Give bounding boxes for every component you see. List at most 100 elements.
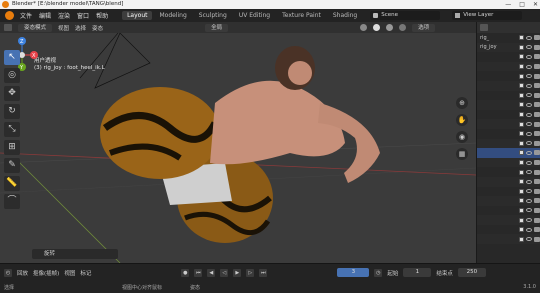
outliner-row[interactable] (477, 100, 540, 110)
play-reverse-icon[interactable]: ◁ (220, 268, 229, 277)
current-frame-field[interactable]: 3 (337, 268, 370, 277)
pose-tool-icon[interactable]: ⌒ (4, 194, 20, 209)
annotate-tool-icon[interactable]: ✎ (4, 158, 20, 173)
outliner-row[interactable] (477, 234, 540, 245)
editor-type-icon[interactable] (4, 24, 12, 31)
render-camera-icon[interactable] (534, 140, 540, 146)
transform-tool-icon[interactable]: ⊞ (4, 140, 20, 155)
outliner-row[interactable] (477, 176, 540, 187)
render-camera-icon[interactable] (534, 179, 540, 185)
start-frame-field[interactable]: 1 (403, 268, 432, 277)
outliner-row[interactable] (477, 196, 540, 206)
render-camera-icon[interactable] (534, 160, 540, 166)
outliner-row[interactable] (477, 110, 540, 120)
zoom-icon[interactable]: ⊕ (456, 97, 468, 109)
outliner-row[interactable] (477, 157, 540, 168)
tab-layout[interactable]: Layout (122, 11, 153, 20)
visibility-eye-icon[interactable] (526, 83, 532, 88)
camera-view-icon[interactable]: ◉ (456, 131, 468, 143)
close-button[interactable]: ✕ (533, 0, 538, 9)
exclude-checkbox[interactable] (519, 160, 524, 166)
options-dropdown[interactable]: 选项 (412, 23, 436, 32)
move-tool-icon[interactable]: ✥ (4, 86, 20, 101)
tab-texture-paint[interactable]: Texture Paint (277, 11, 326, 20)
outliner-row[interactable] (477, 61, 540, 72)
mode-dropdown[interactable]: 姿态模式 (18, 23, 53, 32)
outliner-row[interactable] (477, 215, 540, 225)
visibility-eye-icon[interactable] (526, 122, 532, 127)
menu-window[interactable]: 窗口 (77, 11, 89, 20)
exclude-checkbox[interactable] (519, 150, 524, 156)
render-camera-icon[interactable] (534, 54, 540, 60)
play-icon[interactable]: ▶ (233, 268, 242, 277)
render-camera-icon[interactable] (534, 188, 540, 194)
menu-help[interactable]: 帮助 (96, 11, 108, 20)
timeline-menu-marker[interactable]: 标记 (80, 269, 91, 277)
outliner-row[interactable] (477, 206, 540, 216)
outliner-filter-icon[interactable] (480, 24, 488, 31)
visibility-eye-icon[interactable] (526, 198, 532, 203)
timeline-menu-keying[interactable]: 抠像(插帧) (33, 269, 59, 277)
render-camera-icon[interactable] (534, 102, 540, 108)
visibility-eye-icon[interactable] (526, 160, 532, 165)
visibility-eye-icon[interactable] (526, 179, 532, 184)
outliner-row[interactable] (477, 119, 540, 129)
outliner-row[interactable]: rig_joy (477, 42, 540, 53)
exclude-checkbox[interactable] (519, 169, 524, 175)
render-camera-icon[interactable] (534, 64, 540, 70)
visibility-eye-icon[interactable] (526, 64, 532, 69)
visibility-eye-icon[interactable] (526, 189, 532, 194)
timeline-menu-view[interactable]: 视图 (64, 269, 75, 277)
visibility-eye-icon[interactable] (526, 208, 532, 213)
menu-pose[interactable]: 姿态 (92, 24, 103, 32)
visibility-eye-icon[interactable] (526, 218, 532, 223)
render-camera-icon[interactable] (534, 121, 540, 127)
exclude-checkbox[interactable] (519, 179, 524, 185)
perspective-grid-icon[interactable]: ▦ (456, 148, 468, 160)
render-camera-icon[interactable] (534, 112, 540, 118)
visibility-eye-icon[interactable] (526, 237, 532, 242)
jump-start-icon[interactable]: ⏮ (194, 268, 203, 277)
outliner-row[interactable] (477, 91, 540, 101)
render-camera-icon[interactable] (534, 44, 540, 50)
exclude-checkbox[interactable] (519, 140, 524, 146)
outliner-row[interactable] (477, 187, 540, 197)
menu-select[interactable]: 选择 (75, 24, 86, 32)
exclude-checkbox[interactable] (519, 207, 524, 213)
menu-file[interactable]: 文件 (20, 11, 32, 20)
solid-shading-icon[interactable] (373, 24, 381, 31)
menu-render[interactable]: 渲染 (58, 11, 70, 20)
pan-hand-icon[interactable]: ✋ (456, 114, 468, 126)
render-camera-icon[interactable] (534, 217, 540, 223)
visibility-eye-icon[interactable] (526, 102, 532, 107)
jump-end-icon[interactable]: ⏭ (259, 268, 268, 277)
visibility-eye-icon[interactable] (526, 150, 532, 155)
outliner-row[interactable] (477, 138, 540, 149)
transform-orientation-dropdown[interactable]: 全局 (205, 23, 229, 32)
exclude-checkbox[interactable] (519, 73, 524, 79)
exclude-checkbox[interactable] (519, 217, 524, 223)
last-operation-panel[interactable]: 旋转 (32, 249, 118, 259)
timeline-menu-playback[interactable]: 回放 (17, 269, 28, 277)
rendered-shading-icon[interactable] (399, 24, 407, 31)
exclude-checkbox[interactable] (519, 54, 524, 60)
wireframe-shading-icon[interactable] (360, 24, 368, 31)
render-camera-icon[interactable] (534, 227, 540, 233)
preview-range-icon[interactable]: ◷ (374, 268, 383, 277)
visibility-eye-icon[interactable] (526, 74, 532, 79)
render-camera-icon[interactable] (534, 150, 540, 156)
tab-sculpting[interactable]: Sculpting (194, 11, 232, 20)
render-camera-icon[interactable] (534, 35, 540, 41)
exclude-checkbox[interactable] (519, 236, 524, 242)
outliner-row[interactable] (477, 80, 540, 91)
exclude-checkbox[interactable] (519, 92, 524, 98)
exclude-checkbox[interactable] (519, 112, 524, 118)
exclude-checkbox[interactable] (519, 198, 524, 204)
minimize-button[interactable]: — (505, 0, 511, 9)
visibility-eye-icon[interactable] (526, 141, 532, 146)
render-camera-icon[interactable] (534, 236, 540, 242)
exclude-checkbox[interactable] (519, 131, 524, 137)
3d-viewport[interactable]: 用户透视 (3) rig_joy : foot_heel_ik.L X Z Y … (0, 33, 476, 263)
render-camera-icon[interactable] (534, 83, 540, 89)
visibility-eye-icon[interactable] (526, 45, 532, 50)
